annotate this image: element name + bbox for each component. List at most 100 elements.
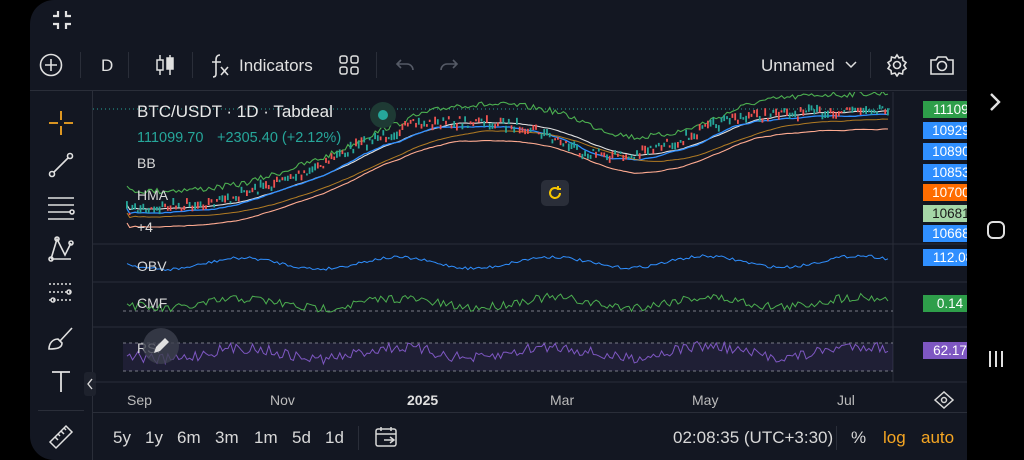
candle [876, 111, 878, 115]
market-status-icon[interactable] [370, 102, 396, 128]
clock-timezone[interactable]: 02:08:35 (UTC+3:30) [673, 428, 833, 448]
candle [570, 142, 573, 149]
settings-gear-icon[interactable] [884, 52, 910, 78]
candle [617, 153, 619, 157]
candle [543, 129, 546, 137]
candle [510, 125, 513, 130]
candle [390, 134, 393, 141]
interval-button[interactable]: D [101, 56, 113, 76]
candle [156, 206, 158, 211]
range-5d[interactable]: 5d [292, 428, 311, 448]
indicator-hma[interactable]: HMA [137, 187, 168, 203]
chevron-right-icon[interactable] [989, 92, 1001, 117]
candle [483, 121, 486, 127]
text-tool-icon[interactable] [46, 366, 76, 396]
candle [655, 144, 657, 148]
indicator-bb[interactable]: BB [137, 155, 156, 171]
candle [857, 107, 859, 113]
brush-icon[interactable] [46, 323, 76, 353]
indicator-more[interactable]: +4 [137, 219, 153, 235]
candle [551, 139, 554, 144]
recent-apps-icon[interactable] [987, 350, 1005, 373]
camera-icon[interactable] [928, 52, 956, 78]
candle [802, 109, 805, 116]
range-3m[interactable]: 3m [215, 428, 239, 448]
candle [859, 107, 862, 115]
candle [677, 142, 679, 148]
candle [827, 110, 829, 118]
pattern-icon[interactable] [46, 234, 76, 264]
candle [851, 106, 854, 113]
time-tick: 2025 [407, 392, 439, 408]
candle [698, 123, 701, 131]
home-button-icon[interactable] [987, 221, 1005, 244]
candle [248, 190, 251, 193]
candle [366, 144, 368, 151]
candle [431, 124, 434, 131]
go-to-date-icon[interactable] [373, 424, 399, 450]
fx-indicators-icon[interactable] [206, 52, 232, 78]
price-scale-label: 109299.52 [923, 122, 967, 139]
pane-obv[interactable]: OBV [137, 258, 167, 274]
range-1y[interactable]: 1y [145, 428, 163, 448]
candle [349, 141, 352, 150]
templates-icon[interactable] [336, 52, 362, 78]
range-5y[interactable]: 5y [113, 428, 131, 448]
candle [862, 107, 865, 114]
pane-cmf[interactable]: CMF [137, 295, 167, 311]
candle [739, 112, 742, 120]
candle [846, 107, 848, 110]
projection-icon[interactable] [46, 278, 76, 308]
range-6m[interactable]: 6m [177, 428, 201, 448]
candle [750, 113, 753, 117]
candle [289, 174, 292, 179]
redo-icon[interactable] [437, 54, 461, 78]
candle [259, 179, 262, 188]
candle [406, 122, 409, 127]
range-1m[interactable]: 1m [254, 428, 278, 448]
candle [671, 142, 674, 150]
time-tick: Sep [127, 392, 152, 408]
crosshair-icon[interactable] [46, 108, 76, 138]
fullscreen-exit-icon[interactable] [50, 8, 74, 32]
pen-icon[interactable] [143, 328, 179, 364]
candle [284, 176, 286, 181]
chart-area[interactable]: BTC/USDT · 1D · Tabdeal 111099.70 +2305.… [93, 89, 967, 412]
scale-settings-icon[interactable] [933, 390, 955, 410]
candle [202, 204, 205, 211]
candle [554, 138, 556, 141]
add-symbol-icon[interactable] [38, 52, 64, 78]
candle [587, 153, 589, 159]
indicator-line [126, 110, 889, 211]
candle [821, 113, 824, 120]
candle [884, 109, 887, 115]
candle [186, 198, 188, 204]
candle [818, 106, 821, 113]
candle [281, 177, 284, 181]
log-toggle[interactable]: log [883, 428, 906, 448]
candle [134, 203, 136, 210]
symbol-title[interactable]: BTC/USDT · 1D · Tabdeal [137, 102, 333, 122]
percent-toggle[interactable]: % [851, 428, 866, 448]
ruler-icon[interactable] [46, 422, 76, 452]
indicators-button[interactable]: Indicators [239, 56, 313, 76]
candle [625, 154, 627, 160]
auto-toggle[interactable]: auto [921, 428, 954, 448]
candle [175, 205, 177, 210]
candle [360, 137, 363, 146]
candle [180, 207, 183, 212]
time-tick: Nov [270, 392, 295, 408]
undo-icon[interactable] [393, 54, 417, 78]
price-scale-label: 106810.52 [923, 205, 967, 222]
layout-name[interactable]: Unnamed [761, 56, 835, 76]
reset-view-icon[interactable] [541, 180, 569, 206]
candle [832, 110, 835, 119]
trend-line-icon[interactable] [46, 150, 76, 180]
range-1d[interactable]: 1d [325, 428, 344, 448]
candle [627, 156, 630, 159]
chevron-down-icon[interactable] [843, 58, 859, 72]
candle [278, 179, 281, 183]
fib-retracement-icon[interactable] [46, 193, 76, 223]
candles-icon[interactable] [152, 52, 178, 78]
candle [376, 135, 379, 141]
